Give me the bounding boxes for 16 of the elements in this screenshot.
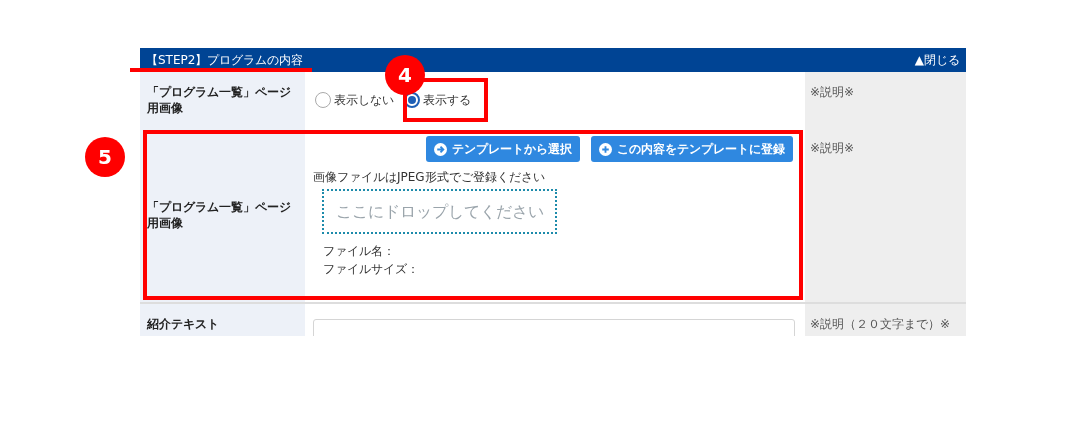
note-text: ※説明※ xyxy=(810,141,855,155)
plus-icon xyxy=(599,142,612,156)
hint-text: 画像ファイルはJPEG形式でご登録ください xyxy=(313,169,546,186)
field-label: 「プログラム一覧」ページ用画像 xyxy=(147,84,292,116)
collapse-link[interactable]: ▲閉じる xyxy=(914,51,960,69)
field-label: 紹介テキスト xyxy=(147,316,219,332)
note-text: ※説明（２０文字まで）※ xyxy=(810,317,951,331)
note-text: ※説明※ xyxy=(810,85,855,99)
template-button[interactable]: テンプレートから選択 xyxy=(426,136,580,162)
template-button[interactable]: この内容をテンプレートに登録 xyxy=(591,136,793,162)
field-label: 「プログラム一覧」ページ用画像 xyxy=(147,199,292,231)
step-badge: 5 xyxy=(85,137,125,177)
arrow-icon xyxy=(434,142,447,156)
file-size-label: ファイルサイズ： xyxy=(323,261,420,278)
section-title: 【STEP2】プログラムの内容 xyxy=(146,52,304,69)
file-name-label: ファイル名： xyxy=(323,243,396,260)
